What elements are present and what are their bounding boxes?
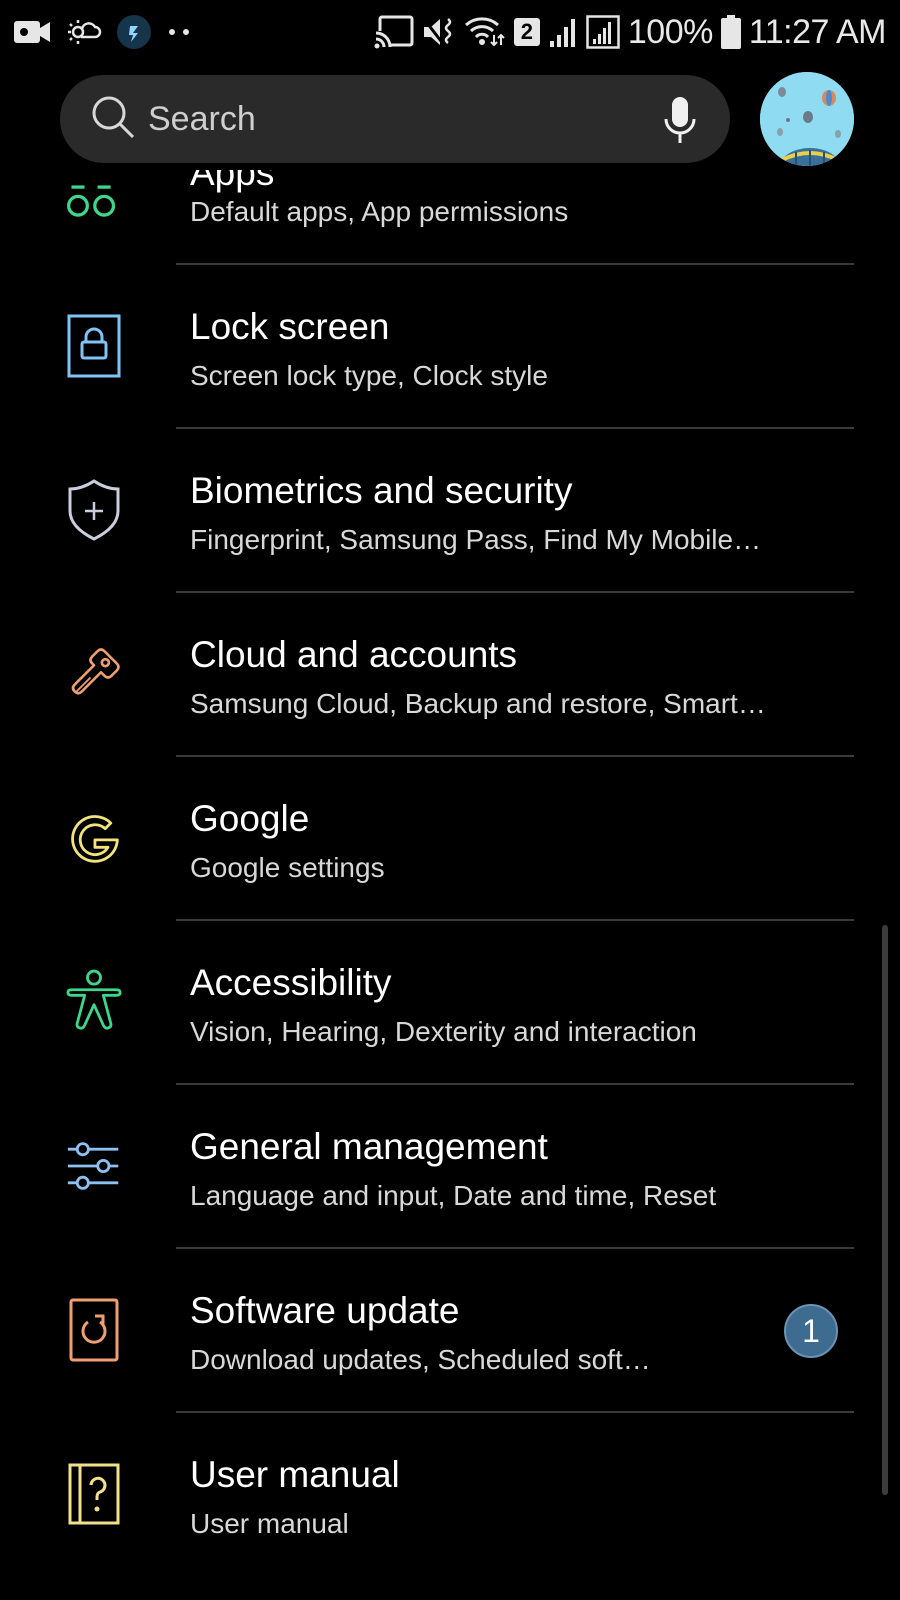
settings-item-title: Software update: [190, 1290, 460, 1331]
more-dots-icon: [166, 26, 192, 38]
google-icon: [66, 806, 122, 870]
battery-percent: 100%: [627, 12, 713, 51]
search-placeholder: Search: [148, 99, 256, 138]
settings-item-subtitle: User manual: [190, 1508, 349, 1539]
user-manual-icon: [66, 1462, 122, 1526]
settings-item-subtitle: Screen lock type, Clock style: [190, 360, 548, 391]
wifi-icon: [464, 15, 506, 49]
sliders-icon: [66, 1134, 122, 1198]
settings-item-cloud-accounts[interactable]: Cloud and accounts Samsung Cloud, Backup…: [0, 592, 900, 759]
key-icon: [66, 642, 122, 706]
signal-icon: [548, 17, 578, 47]
microphone-icon[interactable]: [662, 95, 698, 150]
settings-item-general-management[interactable]: General management Language and input, D…: [0, 1084, 900, 1251]
settings-item-title: Cloud and accounts: [190, 634, 518, 675]
scrollbar[interactable]: [882, 925, 888, 1495]
sim-badge: 2: [513, 18, 540, 46]
clock: 11:27 AM: [748, 12, 887, 51]
shield-icon: [66, 478, 122, 542]
settings-item-title: General management: [190, 1126, 548, 1167]
settings-item-title: Lock screen: [190, 306, 390, 347]
search-icon: [90, 94, 136, 145]
settings-item-subtitle: Language and input, Date and time, Reset: [190, 1180, 717, 1211]
settings-item-user-manual[interactable]: User manual User manual: [0, 1412, 900, 1579]
settings-item-lock-screen[interactable]: Lock screen Screen lock type, Clock styl…: [0, 264, 900, 431]
settings-item-subtitle: Google settings: [190, 852, 385, 883]
profile-avatar[interactable]: [760, 72, 854, 166]
settings-item-title: Accessibility: [190, 962, 392, 1003]
search-bar[interactable]: Search: [60, 75, 730, 163]
power-saving-icon: [116, 14, 152, 50]
accessibility-icon: [66, 968, 122, 1032]
lock-screen-icon: [66, 314, 122, 378]
software-update-icon: [66, 1298, 122, 1362]
vibrate-mute-icon: [422, 15, 456, 49]
weather-icon: [66, 16, 102, 48]
settings-item-subtitle: Download updates, Scheduled soft…: [190, 1344, 651, 1375]
settings-item-subtitle: Default apps, App permissions: [190, 196, 569, 227]
settings-item-google[interactable]: Google Google settings: [0, 756, 900, 923]
status-bar: 2 100% 11:27 AM: [0, 0, 900, 64]
settings-item-software-update[interactable]: Software update Download updates, Schedu…: [0, 1248, 900, 1415]
settings-item-biometrics-security[interactable]: Biometrics and security Fingerprint, Sam…: [0, 428, 900, 595]
video-camera-icon: [14, 18, 52, 46]
settings-item-subtitle: Fingerprint, Samsung Pass, Find My Mobil…: [190, 524, 762, 555]
settings-item-title: Biometrics and security: [190, 470, 573, 511]
apps-icon: [64, 170, 120, 234]
settings-item-accessibility[interactable]: Accessibility Vision, Hearing, Dexterity…: [0, 920, 900, 1087]
cast-icon: [373, 15, 414, 49]
settings-item-subtitle: Samsung Cloud, Backup and restore, Smart…: [190, 688, 766, 719]
update-count-badge: 1: [784, 1304, 838, 1358]
signal-boxed-icon: [586, 15, 620, 49]
settings-item-subtitle: Vision, Hearing, Dexterity and interacti…: [190, 1016, 697, 1047]
battery-icon: [720, 15, 741, 49]
settings-item-title: Google: [190, 798, 310, 839]
settings-item-title: User manual: [190, 1454, 400, 1495]
